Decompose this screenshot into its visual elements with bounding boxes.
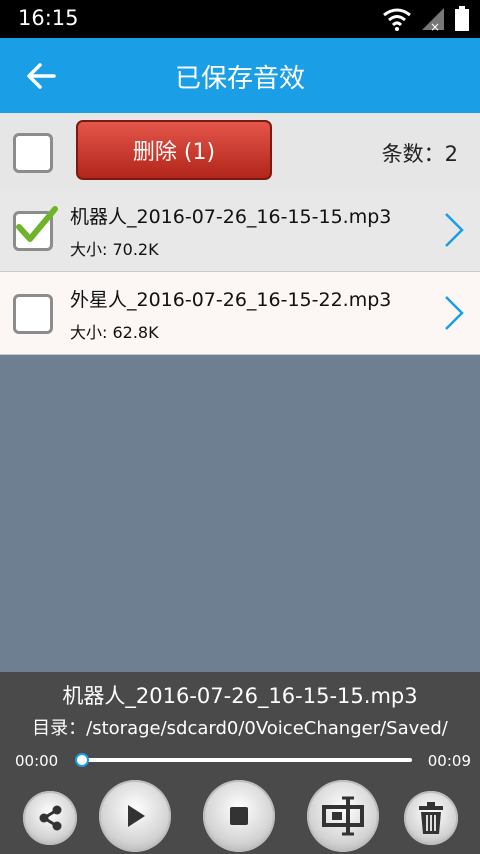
file-directory: 目录：/storage/sdcard0/0VoiceChanger/Saved/ — [32, 718, 448, 739]
svg-text:×: × — [430, 20, 440, 32]
trash-icon — [419, 802, 443, 834]
now-playing-title: 机器人_2016-07-26_16-15-15.mp3 — [62, 684, 418, 708]
checkmark-icon — [16, 206, 58, 242]
wifi-icon — [383, 8, 411, 31]
battery-icon — [455, 6, 469, 31]
share-button[interactable] — [23, 791, 77, 845]
file-size: 大小: 70.2K — [70, 240, 159, 259]
list-item[interactable]: 外星人_2016-07-26_16-15-22.mp3 大小: 62.8K — [0, 272, 480, 355]
signal-icon: × — [422, 8, 444, 32]
chevron-right-icon[interactable] — [442, 294, 466, 332]
file-name: 机器人_2016-07-26_16-15-15.mp3 — [70, 206, 392, 228]
play-button[interactable] — [99, 780, 171, 852]
stop-icon — [230, 807, 248, 825]
status-time: 16:15 — [18, 6, 79, 30]
page-title: 已保存音效 — [174, 64, 305, 94]
file-size: 大小: 62.8K — [70, 323, 159, 342]
selection-toolbar: 删除 (1) 条数：2 — [0, 113, 480, 189]
seek-bar[interactable] — [80, 758, 412, 762]
item-checkbox[interactable] — [13, 294, 53, 334]
share-icon — [39, 805, 62, 831]
delete-file-button[interactable] — [404, 791, 458, 845]
status-bar: 16:15 × — [0, 0, 480, 38]
crop-icon — [322, 796, 364, 836]
seek-handle[interactable] — [75, 753, 89, 767]
file-name: 外星人_2016-07-26_16-15-22.mp3 — [70, 289, 392, 311]
play-icon — [128, 805, 145, 827]
audio-player: 机器人_2016-07-26_16-15-15.mp3 目录：/storage/… — [0, 672, 480, 854]
list-item[interactable]: 机器人_2016-07-26_16-15-15.mp3 大小: 70.2K — [0, 189, 480, 272]
app-bar: 已保存音效 — [0, 38, 480, 113]
chevron-right-icon[interactable] — [442, 211, 466, 249]
status-icons: × — [382, 6, 470, 32]
delete-button[interactable]: 删除 (1) — [76, 120, 272, 180]
total-time: 00:09 — [427, 752, 471, 770]
item-checkbox[interactable] — [13, 206, 58, 251]
item-count: 条数：2 — [381, 142, 458, 166]
current-time: 00:00 — [15, 752, 59, 770]
select-all-checkbox[interactable] — [13, 133, 53, 173]
stop-button[interactable] — [203, 780, 275, 852]
crop-button[interactable] — [307, 780, 379, 852]
